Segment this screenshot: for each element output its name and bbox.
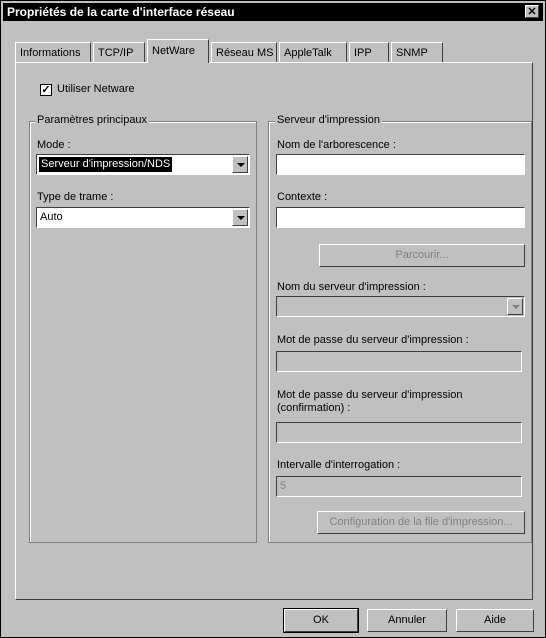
close-button[interactable]: ✕ [525,5,539,18]
password-confirm-input[interactable] [276,422,522,443]
frame-type-value: Auto [40,211,63,223]
tab-informations[interactable]: Informations [15,42,91,62]
password-confirm-label-line1: Mot de passe du serveur d'impression [277,389,463,401]
server-name-select[interactable] [276,296,525,317]
password-confirm-label-line2: (confirmation) : [277,402,351,414]
main-params-title: Paramètres principaux [35,114,150,126]
server-name-label: Nom du serveur d'impression : [277,281,426,293]
check-icon: ✓ [41,84,51,96]
dialog-window: Propriétés de la carte d'interface résea… [0,0,546,638]
password-input[interactable] [276,351,522,372]
frame-type-select[interactable]: Auto [36,207,250,228]
main-params-group [29,121,257,543]
window-title: Propriétés de la carte d'interface résea… [7,5,235,19]
poll-interval-label: Intervalle d'interrogation : [277,459,401,471]
tab-reseau-ms[interactable]: Réseau MS [211,42,277,62]
use-netware-checkbox[interactable]: ✓ [40,84,52,96]
poll-interval-input[interactable]: 5 [276,476,522,497]
tab-tcpip[interactable]: TCP/IP [93,42,145,62]
frame-type-dropdown-button[interactable] [232,209,248,226]
context-label: Contexte : [277,191,328,203]
print-server-title: Serveur d'impression [275,114,382,126]
context-input[interactable] [276,207,525,228]
chevron-down-icon [512,305,520,309]
mode-label: Mode : [37,139,71,151]
poll-interval-value: 5 [280,480,287,492]
chevron-down-icon [237,216,245,220]
password-label: Mot de passe du serveur d'impression : [277,334,469,346]
close-icon: ✕ [527,6,537,18]
tree-name-input[interactable] [276,154,525,175]
browse-button[interactable]: Parcourir... [319,244,525,267]
chevron-down-icon [237,163,245,167]
tab-snmp[interactable]: SNMP [391,42,443,62]
mode-select[interactable]: Serveur d'impression/NDS [36,154,250,175]
title-bar: Propriétés de la carte d'interface résea… [3,3,543,21]
server-name-dropdown-button[interactable] [507,298,523,315]
queue-config-button[interactable]: Configuration de la file d'impression... [317,511,525,534]
mode-value: Serveur d'impression/NDS [39,157,173,172]
mode-dropdown-button[interactable] [232,156,248,173]
frame-type-label: Type de trame : [37,191,114,203]
tree-name-label: Nom de l'arborescence : [277,139,396,151]
tab-netware[interactable]: NetWare [147,39,209,63]
cancel-button[interactable]: Annuler [367,609,447,632]
use-netware-label: Utiliser Netware [57,83,135,95]
ok-button[interactable]: OK [283,608,359,633]
tab-ipp[interactable]: IPP [349,42,389,62]
tab-appletalk[interactable]: AppleTalk [279,42,347,62]
help-button[interactable]: Aide [456,609,534,632]
